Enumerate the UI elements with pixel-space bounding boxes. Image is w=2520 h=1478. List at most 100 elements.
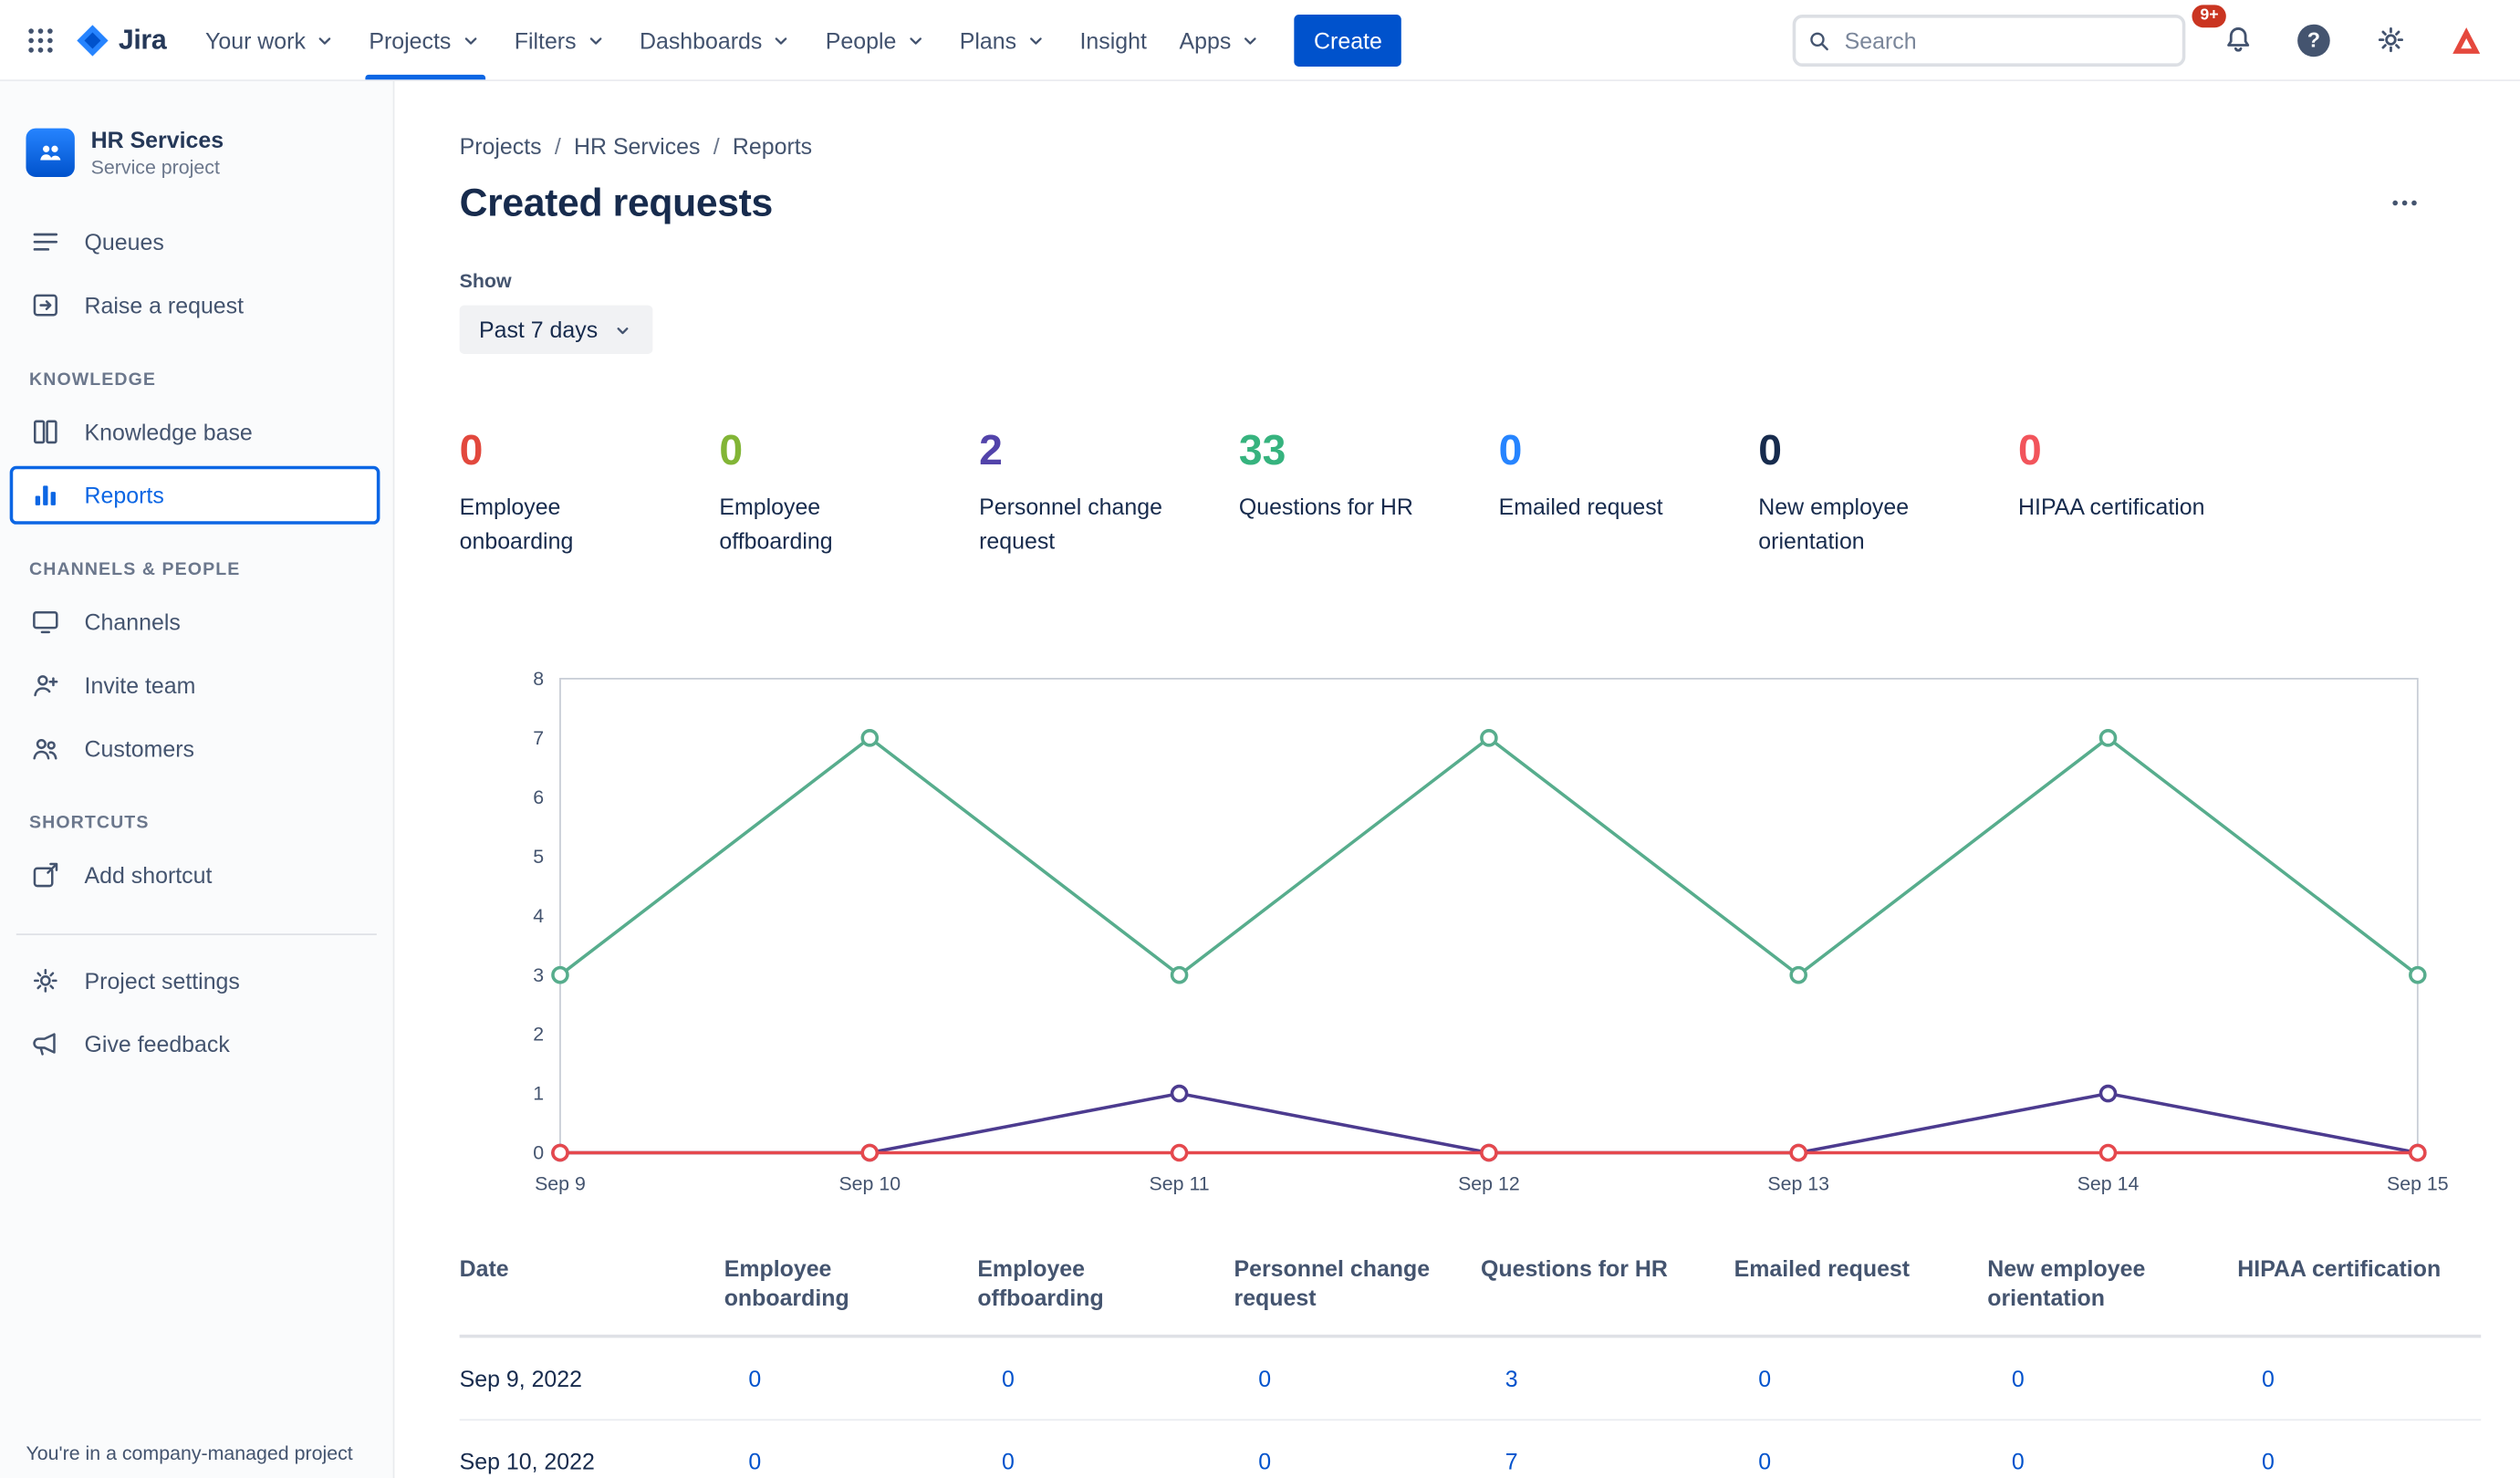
channels-icon	[29, 606, 62, 639]
date-range-value: Past 7 days	[478, 317, 599, 343]
jira-logo[interactable]: Jira	[75, 22, 167, 57]
svg-text:5: 5	[533, 846, 544, 868]
help-button[interactable]: ?	[2289, 16, 2338, 64]
breadcrumb-link-reports[interactable]: Reports	[733, 133, 812, 159]
nav-item-dashboards[interactable]: Dashboards	[623, 0, 809, 79]
nav-item-your-work[interactable]: Your work	[189, 0, 352, 79]
svg-text:6: 6	[533, 786, 544, 808]
cell-value: 0	[1987, 1338, 2237, 1420]
sidebar-item-customers[interactable]: Customers	[10, 719, 380, 777]
stat-label: Questions for HR	[1238, 493, 1413, 520]
cell-date: Sep 9, 2022	[459, 1366, 583, 1392]
viewport: Jira Your work Projects Filters Dashboards P…	[0, 0, 2520, 1478]
app-switcher-button[interactable]	[16, 16, 65, 64]
stat-value: 0	[459, 425, 484, 474]
notification-badge: 9+	[2192, 4, 2227, 27]
cell-value-link[interactable]: 0	[1258, 1449, 1271, 1474]
create-button[interactable]: Create	[1294, 14, 1402, 67]
sidebar-item-knowledge-base[interactable]: Knowledge base	[10, 402, 380, 461]
svg-text:Sep 11: Sep 11	[1150, 1172, 1210, 1194]
project-type: Service project	[90, 155, 220, 179]
nav-item-plans[interactable]: Plans	[943, 0, 1064, 79]
nav-item-people[interactable]: People	[809, 0, 943, 79]
sidebar-item-give-feedback[interactable]: Give feedback	[10, 1015, 380, 1073]
nav-item-apps[interactable]: Apps	[1163, 0, 1278, 79]
stat-label: Personnel change request	[979, 493, 1162, 554]
stat-label: Employee onboarding	[459, 493, 574, 554]
sidebar-footer-nav: Project settings Give feedback	[0, 952, 393, 1073]
requests-table: Date Employee onboarding Employee offboard…	[459, 1244, 2482, 1478]
sidebar-item-add-shortcut[interactable]: Add shortcut	[10, 846, 380, 904]
chevron-down-icon	[314, 28, 337, 51]
atlassian-button[interactable]	[2442, 16, 2491, 64]
nav-item-insight[interactable]: Insight	[1064, 0, 1163, 79]
date-range-dropdown[interactable]: Past 7 days	[459, 305, 653, 354]
project-sidebar: HR Services Service project Queues Raise …	[0, 80, 395, 1478]
sidebar-divider	[16, 933, 377, 936]
sidebar-item-invite-team[interactable]: Invite team	[10, 656, 380, 714]
chevron-down-icon	[1025, 28, 1047, 51]
cell-value-link[interactable]: 0	[1002, 1366, 1015, 1391]
nav-item-label: People	[825, 26, 897, 53]
sidebar-item-label: Reports	[84, 482, 164, 509]
cell-value-link[interactable]: 0	[748, 1449, 761, 1474]
cell-value-link[interactable]: 0	[1002, 1449, 1015, 1474]
sidebar-item-reports[interactable]: Reports	[9, 465, 380, 525]
sidebar-item-raise-a-request[interactable]: Raise a request	[10, 276, 380, 335]
stat-employee-offboarding: 0 Employee offboarding	[719, 429, 979, 558]
svg-text:1: 1	[533, 1083, 544, 1105]
cell-value-link[interactable]: 0	[2262, 1366, 2275, 1391]
sidebar-item-label: Queues	[84, 228, 164, 255]
knowledge-base-icon	[29, 416, 62, 449]
nav-item-label: Insight	[1079, 26, 1147, 53]
breadcrumb-link-projects[interactable]: Projects	[460, 133, 542, 159]
gear-icon	[2373, 23, 2407, 57]
nav-item-filters[interactable]: Filters	[498, 0, 623, 79]
svg-text:Sep 15: Sep 15	[2387, 1172, 2449, 1194]
cell-value-link[interactable]: 0	[1758, 1366, 1771, 1391]
cell-value-link[interactable]: 3	[1505, 1366, 1518, 1391]
search-icon	[1806, 26, 1831, 52]
table-header-row: Date Employee onboarding Employee offboard…	[459, 1244, 2482, 1339]
stat-hipaa-certification: 0 HIPAA certification	[2018, 429, 2278, 558]
stat-questions-for-hr: 33 Questions for HR	[1239, 429, 1499, 558]
svg-text:4: 4	[533, 905, 544, 927]
help-icon: ?	[2297, 23, 2330, 57]
svg-text:Sep 12: Sep 12	[1458, 1172, 1520, 1194]
cell-value: 0	[1234, 1338, 1480, 1420]
nav-item-projects[interactable]: Projects	[353, 0, 498, 80]
sidebar-item-queues[interactable]: Queues	[10, 213, 380, 271]
stats-row: 0 Employee onboarding 0 Employee offboardin…	[460, 429, 2482, 558]
brand-name: Jira	[118, 23, 167, 55]
project-avatar	[26, 128, 75, 177]
cell-value-link[interactable]: 7	[1505, 1449, 1518, 1474]
cell-value-link[interactable]: 0	[1758, 1449, 1771, 1474]
breadcrumb-link-hr-services[interactable]: HR Services	[574, 133, 700, 159]
main-content: Projects / HR Services / Reports Created req…	[394, 80, 2520, 1478]
settings-icon	[29, 964, 62, 997]
sidebar-item-label: Project settings	[84, 967, 240, 994]
stat-value: 0	[1498, 425, 1523, 474]
bell-icon	[2221, 23, 2254, 57]
sidebar-item-label: Raise a request	[84, 292, 245, 318]
stat-value: 2	[979, 425, 1003, 474]
sidebar-item-project-settings[interactable]: Project settings	[10, 952, 380, 1010]
sidebar-item-channels[interactable]: Channels	[10, 593, 380, 651]
cell-value-link[interactable]: 0	[1258, 1366, 1271, 1391]
cell-value-link[interactable]: 0	[748, 1366, 761, 1391]
cell-value-link[interactable]: 0	[2012, 1366, 2025, 1391]
search-input[interactable]	[1792, 14, 2186, 67]
notifications-button[interactable]: 9+	[2192, 4, 2262, 64]
cell-value-link[interactable]: 0	[2012, 1449, 2025, 1474]
cell-date: Sep 10, 2022	[459, 1449, 595, 1475]
add-shortcut-icon	[29, 859, 62, 891]
cell-value-link[interactable]: 0	[2262, 1449, 2275, 1474]
managed-project-note: You're in a company-managed project	[26, 1442, 353, 1465]
stat-label: HIPAA certification	[2018, 493, 2205, 520]
stat-label: Emailed request	[1498, 493, 1663, 520]
breadcrumb-separator: /	[554, 132, 561, 160]
atlassian-icon	[2449, 22, 2484, 57]
chevron-down-icon	[904, 28, 927, 51]
settings-button[interactable]	[2366, 16, 2414, 64]
more-options-button[interactable]	[2377, 182, 2432, 224]
